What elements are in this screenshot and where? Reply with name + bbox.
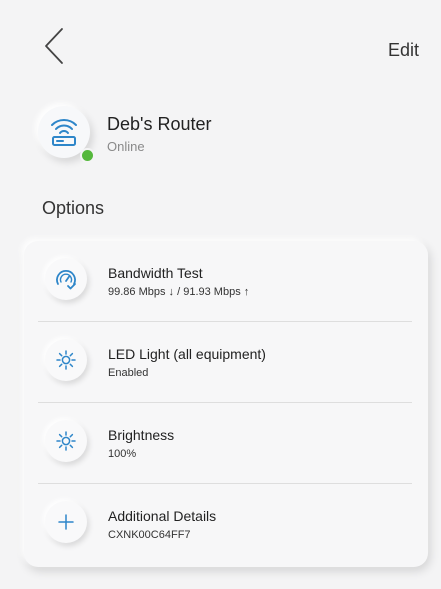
edit-button[interactable]: Edit bbox=[388, 40, 419, 61]
option-title: Additional Details bbox=[108, 508, 217, 524]
speedometer-icon-wrap bbox=[45, 258, 87, 300]
option-title: LED Light (all equipment) bbox=[108, 346, 266, 362]
device-name: Deb's Router bbox=[107, 114, 212, 134]
device-status: Online bbox=[107, 139, 145, 154]
online-status-dot bbox=[80, 148, 95, 163]
sun-icon-wrap bbox=[45, 420, 87, 462]
plus-icon bbox=[58, 514, 74, 530]
chevron-left-icon bbox=[45, 28, 63, 64]
device-avatar[interactable] bbox=[38, 106, 95, 163]
option-subtitle: Enabled bbox=[108, 367, 149, 379]
router-wifi-icon bbox=[51, 119, 77, 146]
option-subtitle: 100% bbox=[108, 448, 137, 460]
option-title: Bandwidth Test bbox=[108, 265, 203, 281]
options-card: Bandwidth Test 99.86 Mbps ↓ / 91.93 Mbps… bbox=[24, 241, 428, 567]
device-header: Deb's Router Online bbox=[38, 106, 418, 166]
option-brightness[interactable]: Brightness 100% bbox=[38, 403, 412, 484]
section-title: Options bbox=[42, 198, 105, 218]
option-bandwidth-test[interactable]: Bandwidth Test 99.86 Mbps ↓ / 91.93 Mbps… bbox=[38, 241, 412, 322]
option-subtitle: 99.86 Mbps ↓ / 91.93 Mbps ↑ bbox=[108, 286, 250, 298]
back-button[interactable] bbox=[40, 26, 68, 66]
sun-icon bbox=[56, 350, 76, 370]
speedometer-icon bbox=[56, 270, 76, 290]
option-title: Brightness bbox=[108, 427, 175, 443]
top-bar: Edit bbox=[0, 0, 441, 80]
option-led-light[interactable]: LED Light (all equipment) Enabled bbox=[38, 322, 412, 403]
sun-icon-wrap bbox=[45, 339, 87, 381]
option-additional-details[interactable]: Additional Details CXNK00C64FF7 bbox=[38, 484, 412, 565]
option-subtitle: CXNK00C64FF7 bbox=[108, 529, 191, 541]
sun-icon bbox=[56, 431, 76, 451]
plus-icon-wrap bbox=[45, 501, 87, 543]
